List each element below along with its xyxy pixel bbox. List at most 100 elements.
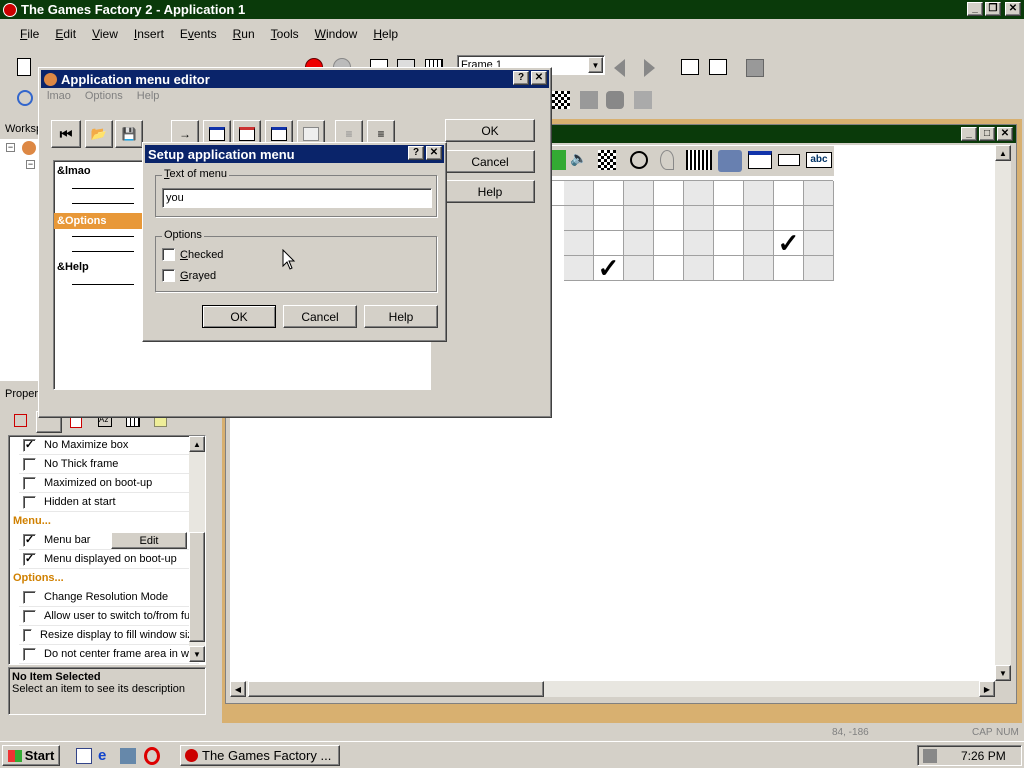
grid-checkmark[interactable]: ✓: [594, 255, 624, 281]
quicklaunch-ie-icon[interactable]: e: [98, 748, 114, 764]
obj-counter-icon[interactable]: [598, 150, 616, 170]
frame-maximize-button[interactable]: □: [979, 127, 995, 141]
frame-play-icon[interactable]: [709, 59, 727, 75]
prop-row-no-maximize[interactable]: ✓ No Maximize box: [19, 436, 199, 455]
next-frame-icon[interactable]: [644, 59, 655, 77]
frame-scroll-up[interactable]: ▲: [995, 145, 1011, 161]
open-button[interactable]: 📂: [85, 120, 113, 148]
prop-row-resize-display[interactable]: Resize display to fill window size: [19, 626, 199, 645]
preview-menu-lmao[interactable]: lmao: [47, 90, 71, 102]
menu-editor-cancel-button[interactable]: Cancel: [445, 150, 535, 173]
grayed-option[interactable]: Grayed: [162, 269, 216, 282]
checker-icon[interactable]: [552, 91, 570, 109]
prop-checkbox[interactable]: [23, 647, 36, 661]
tree-expander[interactable]: −: [6, 143, 15, 152]
prop-checkbox[interactable]: [23, 628, 33, 642]
setup-cancel-button[interactable]: Cancel: [283, 305, 357, 328]
prop-row-no-center[interactable]: Do not center frame area in win: [19, 645, 199, 664]
frame-scroll-left[interactable]: ◀: [230, 681, 246, 697]
menu-window[interactable]: Window: [307, 27, 366, 41]
menu-events[interactable]: Events: [172, 27, 225, 41]
obj-edit-icon[interactable]: [778, 154, 800, 166]
prop-row-no-thick-frame[interactable]: No Thick frame: [19, 455, 199, 474]
close-button[interactable]: ✕: [1005, 2, 1021, 16]
menu-view[interactable]: View: [84, 27, 126, 41]
prop-checkbox[interactable]: ✓: [23, 552, 36, 566]
menu-tools[interactable]: Tools: [263, 27, 307, 41]
menu-separator[interactable]: [72, 236, 134, 237]
obj-sound-icon[interactable]: 🔈: [570, 150, 590, 170]
scroll-down-button[interactable]: ▼: [189, 646, 205, 662]
frame-minimize-button[interactable]: _: [961, 127, 977, 141]
menu-editor-ok-button[interactable]: OK: [445, 119, 535, 142]
grayed-checkbox[interactable]: [162, 269, 175, 282]
prop-row-allow-switch[interactable]: Allow user to switch to/from full: [19, 607, 199, 626]
object-icon-1[interactable]: [580, 91, 598, 109]
quicklaunch-desktop-icon[interactable]: [76, 748, 92, 764]
frame-scroll-right[interactable]: ▶: [979, 681, 995, 697]
prev-frame-icon[interactable]: [614, 59, 625, 77]
grid-checkmark[interactable]: ✓: [774, 230, 804, 256]
prop-row-menu-displayed[interactable]: ✓ Menu displayed on boot-up: [19, 550, 199, 569]
scroll-up-button[interactable]: ▲: [189, 436, 205, 452]
tree-expander-2[interactable]: −: [26, 160, 35, 169]
setup-help-button-2[interactable]: Help: [364, 305, 438, 328]
start-button[interactable]: Start: [2, 745, 60, 766]
prop-checkbox[interactable]: [23, 495, 36, 509]
setup-close-button[interactable]: ✕: [426, 146, 442, 160]
tray-clock[interactable]: 7:26 PM: [961, 749, 1006, 763]
menu-help[interactable]: Help: [365, 27, 406, 41]
obj-feather-icon[interactable]: [660, 150, 674, 170]
frame-scroll-down[interactable]: ▼: [995, 665, 1011, 681]
tray-network-icon[interactable]: [923, 748, 937, 763]
menu-item-lmao[interactable]: &lmao: [57, 165, 91, 177]
menu-editor-close-button[interactable]: ✕: [531, 71, 547, 85]
menu-item-options[interactable]: &Options: [54, 213, 142, 229]
frame-start-icon[interactable]: [681, 59, 699, 75]
quicklaunch-network-icon[interactable]: [120, 748, 136, 764]
menu-text-input[interactable]: [162, 188, 432, 208]
first-item-button[interactable]: ⏮: [51, 120, 81, 148]
checked-option[interactable]: Checked: [162, 248, 223, 261]
prop-checkbox[interactable]: [23, 590, 36, 604]
menu-insert[interactable]: Insert: [126, 27, 172, 41]
prop-checkbox[interactable]: ✓: [23, 438, 36, 452]
menu-separator[interactable]: [72, 251, 134, 252]
frame-select-dropdown[interactable]: ▼: [588, 57, 603, 73]
obj-timer-icon[interactable]: [630, 151, 648, 169]
scroll-thumb[interactable]: [189, 532, 205, 642]
restore-button[interactable]: ❐: [985, 2, 1001, 16]
preview-menu-options[interactable]: Options: [85, 90, 123, 102]
obj-globe-icon[interactable]: [552, 150, 566, 170]
prop-checkbox[interactable]: ✓: [23, 533, 36, 547]
menu-item-help[interactable]: &Help: [57, 261, 89, 273]
setup-ok-button[interactable]: OK: [202, 305, 276, 328]
menu-editor-help-button-2[interactable]: Help: [445, 180, 535, 203]
frame-vscroll[interactable]: ▲ ▼: [995, 145, 1011, 681]
menu-separator[interactable]: [72, 203, 134, 204]
prop-row-maximized-boot[interactable]: Maximized on boot-up: [19, 474, 199, 493]
tab-settings-icon[interactable]: [14, 414, 27, 427]
new-file-icon[interactable]: [17, 58, 31, 76]
quicklaunch-opera-icon[interactable]: [144, 747, 160, 765]
zoom-icon[interactable]: [17, 90, 33, 106]
save-button[interactable]: 💾: [115, 120, 143, 148]
taskbar-task-games-factory[interactable]: The Games Factory ...: [180, 745, 340, 766]
obj-keyboard-icon[interactable]: [686, 150, 712, 170]
frame-close-button[interactable]: ✕: [997, 127, 1013, 141]
menu-run[interactable]: Run: [225, 27, 263, 41]
object-icon-3[interactable]: [634, 91, 652, 109]
frame-hscroll[interactable]: ◀ ▶: [230, 681, 995, 697]
prop-row-change-resolution[interactable]: Change Resolution Mode: [19, 588, 199, 607]
frame-hscroll-thumb[interactable]: [248, 681, 544, 697]
checked-checkbox[interactable]: [162, 248, 175, 261]
preview-menu-help[interactable]: Help: [137, 90, 160, 102]
obj-window-icon[interactable]: [748, 151, 772, 169]
obj-text-icon[interactable]: abc: [806, 152, 832, 168]
properties-scrollbar[interactable]: ▲ ▼: [189, 436, 205, 662]
menu-edit-button[interactable]: Edit: [111, 532, 187, 549]
minimize-button[interactable]: _: [967, 2, 983, 16]
menu-file[interactable]: File: [12, 27, 47, 41]
stop-square-icon[interactable]: [746, 59, 764, 77]
prop-checkbox[interactable]: [23, 457, 36, 471]
